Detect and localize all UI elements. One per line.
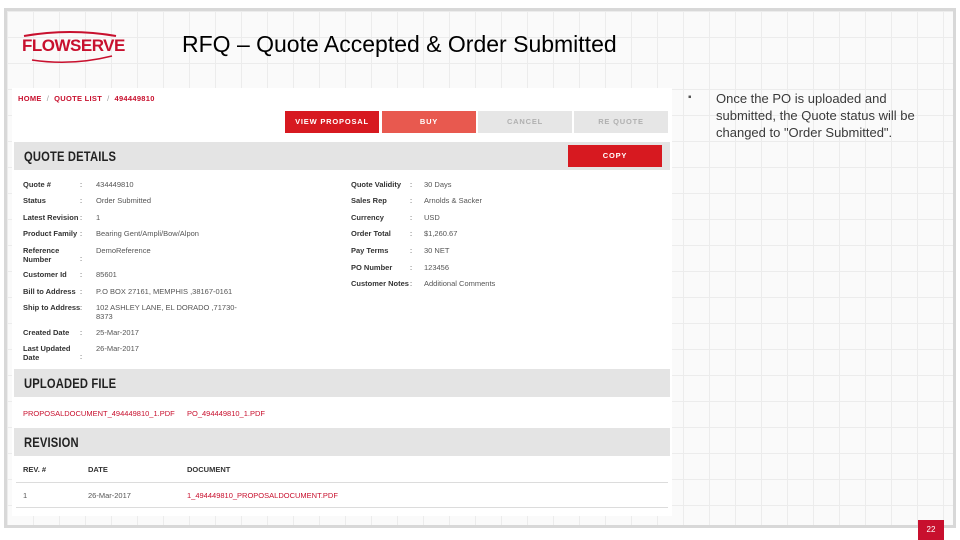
revision-header: REVISION bbox=[14, 428, 670, 456]
field-value: Order Submitted bbox=[96, 196, 152, 205]
field-label: Ship to Address bbox=[23, 303, 81, 312]
quote-screenshot: HOME / QUOTE LIST/494449810 VIEW PROPOSAL … bbox=[12, 88, 672, 516]
field-label: Customer Notes bbox=[351, 279, 409, 288]
slide-title: RFQ – Quote Accepted & Order Submitted bbox=[182, 31, 617, 57]
field-value: 25-Mar-2017 bbox=[96, 328, 139, 337]
field-value: $1,260.67 bbox=[424, 229, 458, 238]
field-colon: : bbox=[80, 196, 83, 205]
uploaded-file-title: UPLOADED FILE bbox=[24, 375, 117, 391]
revision-rev: 1 bbox=[23, 491, 28, 500]
field-value: 26-Mar-2017 bbox=[96, 344, 139, 353]
field-value: 102 ASHLEY LANE, EL DORADO ,71730-8373 bbox=[96, 303, 237, 321]
field-value: 30 Days bbox=[424, 180, 452, 189]
divider bbox=[16, 482, 668, 483]
breadcrumb: HOME / QUOTE LIST / 494449810 bbox=[18, 94, 155, 103]
field-colon: : bbox=[410, 196, 413, 205]
cancel-button[interactable]: CANCEL bbox=[478, 111, 572, 133]
requote-button[interactable]: RE QUOTE bbox=[574, 111, 668, 133]
proposal-file-link[interactable]: PROPOSALDOCUMENT_494449810_1.PDF bbox=[23, 409, 175, 418]
po-file-link[interactable]: PO_494449810_1.PDF bbox=[187, 409, 265, 418]
breadcrumb-home[interactable]: HOME bbox=[18, 94, 42, 103]
field-value: 30 NET bbox=[424, 246, 450, 255]
field-label: Status bbox=[23, 196, 46, 205]
revision-col-document: DOCUMENT bbox=[187, 465, 231, 474]
field-label: Last Updated Date bbox=[23, 344, 71, 362]
copy-button[interactable]: COPY bbox=[568, 145, 662, 167]
divider bbox=[16, 507, 668, 508]
field-colon: : bbox=[410, 263, 413, 272]
breadcrumb-separator: / bbox=[107, 94, 110, 103]
field-colon: : bbox=[80, 328, 83, 337]
quote-details-title: QUOTE DETAILS bbox=[24, 148, 117, 164]
field-colon: : bbox=[80, 303, 83, 312]
field-colon: : bbox=[80, 270, 83, 279]
field-label: Quote Validity bbox=[351, 180, 402, 189]
field-value: 434449810 bbox=[96, 180, 134, 189]
breadcrumb-current: 494449810 bbox=[114, 94, 155, 103]
flowserve-logo: FLOWSERVE bbox=[22, 36, 125, 55]
field-label: Bill to Address bbox=[23, 287, 76, 296]
field-label: Latest Revision bbox=[23, 213, 79, 222]
field-label: Product Family bbox=[23, 229, 78, 238]
breadcrumb-separator: / bbox=[46, 94, 50, 103]
field-value: DemoReference bbox=[96, 246, 151, 255]
quote-details-header: QUOTE DETAILS COPY bbox=[14, 142, 670, 170]
field-label: PO Number bbox=[351, 263, 393, 272]
field-colon: : bbox=[80, 229, 83, 238]
field-value: P.O BOX 27161, MEMPHIS ,38167-0161 bbox=[96, 287, 233, 296]
field-colon: : bbox=[80, 213, 83, 222]
field-value: 85601 bbox=[96, 270, 117, 279]
field-colon: : bbox=[410, 229, 413, 238]
field-colon: : bbox=[80, 254, 83, 263]
field-colon: : bbox=[410, 213, 413, 222]
field-colon: : bbox=[80, 180, 83, 189]
breadcrumb-quote-list[interactable]: QUOTE LIST bbox=[54, 94, 102, 103]
field-value: Additional Comments bbox=[424, 279, 496, 288]
field-value: USD bbox=[424, 213, 440, 222]
bullet-icon: ▪ bbox=[688, 92, 692, 103]
field-colon: : bbox=[80, 352, 83, 361]
field-colon: : bbox=[410, 180, 413, 189]
field-label: Customer Id bbox=[23, 270, 67, 279]
view-proposal-button[interactable]: VIEW PROPOSAL bbox=[285, 111, 379, 133]
field-colon: : bbox=[410, 246, 413, 255]
field-label: Sales Rep bbox=[351, 196, 387, 205]
field-label: Order Total bbox=[351, 229, 391, 238]
field-label: Created Date bbox=[23, 328, 70, 337]
field-label: Pay Terms bbox=[351, 246, 389, 255]
field-colon: : bbox=[410, 279, 413, 288]
field-colon: : bbox=[80, 287, 83, 296]
page-number: 22 bbox=[918, 520, 944, 540]
revision-document-link[interactable]: 1_494449810_PROPOSALDOCUMENT.PDF bbox=[187, 491, 338, 500]
field-value: 1 bbox=[96, 213, 101, 222]
field-value: 123456 bbox=[424, 263, 450, 272]
revision-date: 26-Mar-2017 bbox=[88, 491, 131, 500]
field-value: Arnolds & Sacker bbox=[424, 196, 482, 205]
field-label: Quote # bbox=[23, 180, 51, 189]
revision-col-rev: REV. # bbox=[23, 465, 47, 474]
field-label: Currency bbox=[351, 213, 384, 222]
revision-title: REVISION bbox=[24, 434, 79, 450]
revision-col-date: DATE bbox=[88, 465, 108, 474]
uploaded-file-header: UPLOADED FILE bbox=[14, 369, 670, 397]
buy-button[interactable]: BUY bbox=[382, 111, 476, 133]
slide-note: Once the PO is uploaded and submitted, t… bbox=[716, 91, 915, 140]
field-label: Reference Number bbox=[23, 246, 60, 264]
field-value: Bearing Gent/Ampli/Bow/Alpon bbox=[96, 229, 199, 238]
